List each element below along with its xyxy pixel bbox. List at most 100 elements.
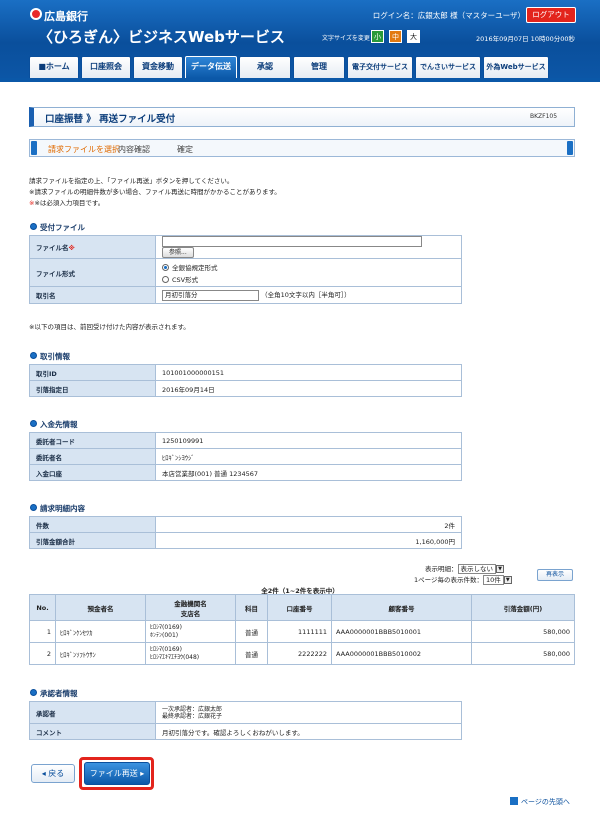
tab-electronic-delivery[interactable]: 電子交付サービス (347, 56, 413, 78)
col-bank-branch: 金融機関名 支店名 (145, 594, 236, 621)
redisplay-button[interactable]: 再表示 (537, 569, 573, 581)
tab-fund-transfer[interactable]: 資金移動 (133, 56, 183, 78)
tab-account-inquiry[interactable]: 口座照会 (81, 56, 131, 78)
comment-label: コメント (29, 723, 156, 740)
section-icon (30, 504, 37, 511)
logout-button[interactable]: ログアウト (526, 7, 576, 23)
radio-checked-icon[interactable] (162, 264, 169, 271)
step-select-file: 請求ファイルを選択 (48, 145, 120, 154)
deposit-account-label: 入金口座 (29, 464, 156, 481)
back-button[interactable]: ◂ 戻る (31, 764, 75, 783)
step-finalize: 確定 (177, 145, 193, 154)
to-top-link[interactable]: ページの先頭へ (521, 797, 570, 807)
table-row: 1 ﾋﾛｷﾞﾝｹﾝｾﾂｶ ﾋﾛｼﾏ(0169) ﾎﾝﾃﾝ(001) 普通 1111… (29, 620, 575, 643)
instruction-3: ※※は必須入力項目です。 (29, 199, 105, 207)
count-label: 件数 (29, 516, 156, 533)
section-transaction-title: 取引情報 (40, 352, 70, 361)
tab-approval[interactable]: 承認 (239, 56, 291, 78)
deposit-info-table: 委託者コード 1250109991 委託者名 ﾋﾛｷﾞﾝｼﾖｳｼﾞ 入金口座 本店営業… (29, 432, 462, 481)
global-nav: ■ホーム 口座照会 資金移動 データ伝送 承認 管理 電子交付サービス でんさい… (29, 56, 560, 78)
resend-file-button[interactable]: ファイル再送 ▸ (84, 762, 150, 785)
section-deposit-title: 入金先情報 (40, 420, 78, 429)
detail-summary-table: 件数 2件 引落金額合計 1,160,000円 (29, 516, 462, 549)
datetime: 2016年09月07日 10時00分00秒 (476, 35, 575, 43)
browse-button[interactable]: 参照... (162, 247, 194, 258)
total-amount-value: 1,160,000円 (155, 532, 462, 549)
section-approver-title: 承認者情報 (40, 689, 78, 698)
step-confirm-content: 内容確認 (118, 145, 150, 154)
font-large-button[interactable]: 大 (407, 30, 420, 43)
table-row: 2 ﾋﾛｷﾞﾝｿﾌﾄｳｻﾝ ﾋﾛｼﾏ(0169) ﾋﾛｼﾏｴｷﾏｴﾁﾖｳ(048)… (29, 642, 575, 665)
step-left-icon (31, 141, 37, 155)
page-title: 口座振替 》 再送ファイル受付 (45, 114, 176, 125)
chevron-down-icon[interactable]: ▼ (496, 565, 504, 573)
transaction-name-hint: （全角10文字以内［半角可］） (261, 291, 351, 300)
step-right-icon (567, 141, 573, 155)
login-name: ログイン名：広銀太郎 様（マスターユーザ） (372, 11, 525, 20)
section-icon (30, 352, 37, 359)
font-size-label: 文字サイズを変更 (322, 35, 370, 42)
file-format-label: ファイル形式 (29, 258, 156, 287)
file-name-label: ファイル名※ (29, 235, 156, 259)
col-depositor: 預金者名 (55, 594, 146, 621)
comment-value: 月初引落分です。確認よろしくおねがいします。 (155, 723, 462, 740)
col-account: 口座番号 (267, 594, 332, 621)
tab-home[interactable]: ■ホーム (29, 56, 79, 78)
approver-value: 一次承認者：広銀太郎 最終承認者：広銀花子 (155, 701, 462, 724)
debit-date-label: 引落指定日 (29, 380, 156, 397)
col-amount: 引落金額(円) (471, 594, 575, 621)
instruction-2: ※請求ファイルの明細件数が多い場合、ファイル再送に時間がかかることがあります。 (29, 188, 281, 196)
upload-form-table: ファイル名※ 参照... ファイル形式 全銀協規定形式 CSV形式 取引名 月初… (29, 235, 462, 304)
tab-management[interactable]: 管理 (293, 56, 345, 78)
display-detail-select[interactable]: 表示しない (457, 564, 496, 574)
tab-densai[interactable]: でんさいサービス (415, 56, 481, 78)
chevron-right-icon: ▸ (137, 769, 145, 778)
format-csv-option[interactable]: CSV形式 (162, 274, 455, 284)
service-name: 〈ひろぎん〉ビジネスWebサービス (38, 28, 285, 46)
home-icon: ■ (38, 62, 46, 71)
consignor-name-value: ﾋﾛｷﾞﾝｼﾖｳｼﾞ (155, 448, 462, 465)
file-name-cell: 参照... (155, 235, 462, 259)
consignor-name-label: 委託者名 (29, 448, 156, 465)
display-detail-control: 表示明細： 表示しない ▼ (425, 563, 504, 574)
file-name-input[interactable] (162, 236, 422, 247)
approver-label: 承認者 (29, 701, 156, 724)
font-medium-button[interactable]: 中 (389, 30, 402, 43)
approver-table: 承認者 一次承認者：広銀太郎 最終承認者：広銀花子 コメント 月初引落分です。確認よろ… (29, 701, 462, 740)
section-detail-title: 請求明細内容 (40, 504, 85, 513)
file-format-cell: 全銀協規定形式 CSV形式 (155, 258, 462, 287)
chevron-down-icon[interactable]: ▼ (503, 576, 512, 584)
nav-underline (0, 78, 600, 82)
tab-data-transfer[interactable]: データ伝送 (185, 56, 237, 78)
transaction-name-cell: 月初引落分 （全角10文字以内［半角可］） (155, 286, 462, 304)
tab-forex[interactable]: 外為Webサービス (483, 56, 549, 78)
consignor-code-label: 委託者コード (29, 432, 156, 449)
transaction-name-input[interactable]: 月初引落分 (162, 289, 259, 301)
page-top-icon (510, 797, 518, 805)
per-page-select[interactable]: 10件 (483, 575, 504, 585)
section-upload-title: 受付ファイル (40, 223, 85, 232)
total-amount-label: 引落金額合計 (29, 532, 156, 549)
format-zengin-option[interactable]: 全銀協規定形式 (162, 262, 455, 272)
bank-name: 広島銀行 (44, 10, 88, 23)
debit-date-value: 2016年09月14日 (155, 380, 462, 397)
section-icon (30, 689, 37, 696)
per-page-control: 1ページ毎の表示件数： 10件 ▼ (414, 574, 512, 585)
screen-id: BKZF105 (530, 113, 558, 120)
transaction-id-label: 取引ID (29, 364, 156, 381)
detail-list-table: No. 預金者名 金融機関名 支店名 科目 口座番号 顧客番号 引落金額(円) 1… (29, 594, 575, 665)
instruction-1: 請求ファイルを指定の上、「ファイル再送」ボタンを押してください。 (29, 177, 234, 185)
transaction-info-table: 取引ID 101001000000151 引落指定日 2016年09月14日 (29, 364, 462, 397)
section-icon (30, 420, 37, 427)
col-customer: 顧客番号 (331, 594, 472, 621)
col-kamoku: 科目 (235, 594, 268, 621)
consignor-code-value: 1250109991 (155, 432, 462, 449)
col-no: No. (29, 594, 56, 621)
transaction-name-label: 取引名 (29, 286, 156, 304)
transaction-id-value: 101001000000151 (155, 364, 462, 381)
previous-note: ※以下の項目は、前回受け付けた内容が表示されます。 (29, 323, 190, 331)
font-small-button[interactable]: 小 (371, 30, 384, 43)
radio-unchecked-icon[interactable] (162, 276, 169, 283)
count-value: 2件 (155, 516, 462, 533)
bank-logo-icon (30, 8, 42, 20)
